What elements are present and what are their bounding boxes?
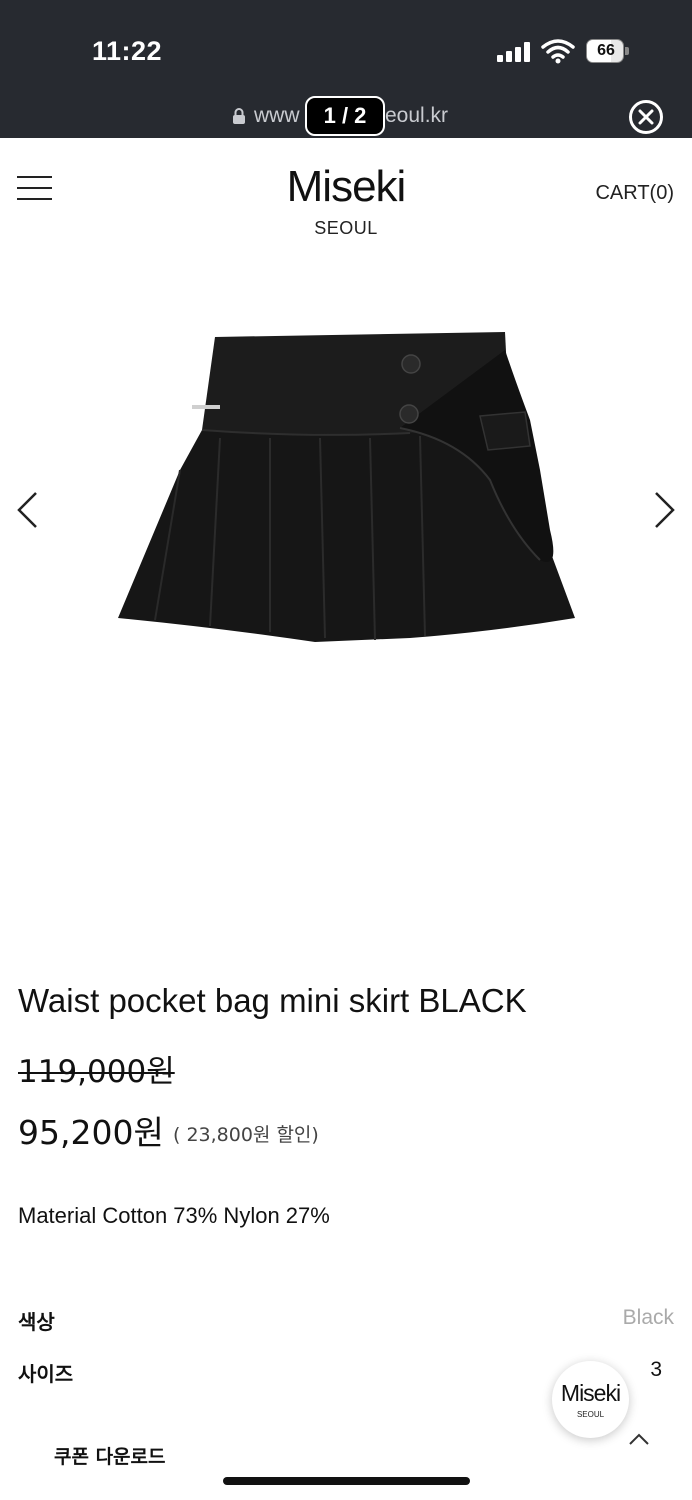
home-indicator[interactable] bbox=[223, 1477, 470, 1485]
color-option-value[interactable]: Black bbox=[623, 1306, 674, 1330]
product-title: Waist pocket bag mini skirt BLACK bbox=[18, 982, 527, 1019]
chevron-left-icon[interactable] bbox=[14, 490, 40, 530]
discount-amount: ( 23,800원 할인) bbox=[173, 1124, 319, 1146]
brand-subtitle: SEOUL bbox=[314, 218, 378, 238]
product-image bbox=[118, 332, 575, 642]
close-icon bbox=[638, 109, 654, 125]
chevron-up-icon[interactable] bbox=[628, 1432, 650, 1446]
close-button[interactable] bbox=[629, 100, 663, 134]
original-price: 119,000원 bbox=[18, 1054, 175, 1090]
cart-link[interactable]: CART(0) bbox=[595, 182, 674, 205]
status-bar: 11:22 66 www eoul.kr 1 / 2 bbox=[0, 0, 692, 138]
floating-brand-button[interactable]: Miseki SEOUL bbox=[552, 1361, 629, 1438]
page-counter: 1 / 2 bbox=[305, 96, 385, 136]
signal-icon bbox=[497, 42, 533, 62]
battery-percentage: 66 bbox=[597, 42, 615, 59]
sale-price: 95,200원 bbox=[18, 1113, 164, 1152]
battery-icon: 66 bbox=[586, 39, 632, 63]
url-text-start: www bbox=[254, 104, 300, 127]
coupon-download-button[interactable]: 쿠폰 다운로드 bbox=[54, 1442, 166, 1469]
status-time: 11:22 bbox=[92, 36, 163, 66]
product-gallery[interactable] bbox=[0, 250, 692, 930]
size-option-value[interactable]: 3 bbox=[650, 1358, 662, 1382]
url-text-end: eoul.kr bbox=[385, 104, 449, 127]
floating-brand-subtitle: SEOUL bbox=[576, 1410, 605, 1419]
brand-logo[interactable]: Miseki bbox=[0, 162, 692, 212]
color-option-label: 색상 bbox=[18, 1310, 55, 1334]
chevron-right-icon[interactable] bbox=[652, 490, 678, 530]
wifi-icon bbox=[541, 39, 575, 64]
size-option-label: 사이즈 bbox=[18, 1362, 74, 1386]
site-header: Miseki SEOUL CART(0) bbox=[0, 138, 692, 248]
material-info: Material Cotton 73% Nylon 27% bbox=[18, 1203, 330, 1228]
lock-icon bbox=[233, 108, 245, 124]
floating-brand-title: Miseki bbox=[560, 1380, 621, 1406]
